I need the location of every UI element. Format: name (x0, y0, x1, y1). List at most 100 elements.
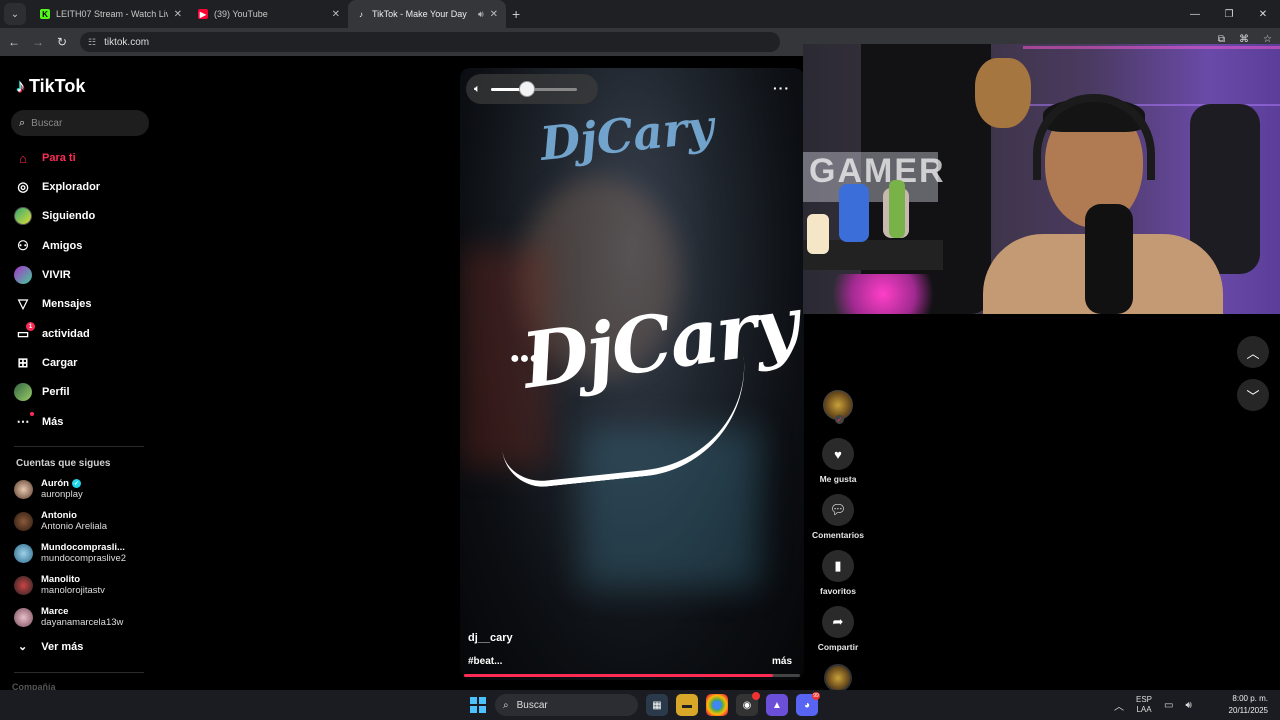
close-tab-icon[interactable]: ✕ (174, 9, 182, 20)
heart-icon[interactable]: ♥ (822, 438, 854, 470)
following-handle: Antonio Areliala (41, 521, 108, 532)
figurine (839, 184, 869, 242)
browser-tab-strip: ⌄ K LEITH07 Stream - Watch Live on ✕ ▶ (… (0, 0, 1280, 28)
nav-vivir[interactable]: VIVIR (14, 264, 71, 286)
nav-mensajes[interactable]: ▽ Mensajes (14, 293, 92, 315)
music-disc-icon[interactable] (824, 664, 852, 692)
sidebar-divider (14, 446, 144, 447)
see-more-button[interactable]: ⌄ Ver más (18, 640, 84, 654)
verified-icon: ✓ (71, 479, 81, 488)
clock-time: 8:00 p. m. (1232, 694, 1268, 703)
tab-kick[interactable]: K LEITH07 Stream - Watch Live on ✕ (32, 0, 190, 28)
tiktok-sidebar: ♪ TikTok ⌕ ⌂ Para ti ◎ Explorador Siguie… (0, 58, 160, 692)
search-box[interactable]: ⌕ (11, 110, 149, 136)
back-icon[interactable]: ← (2, 35, 26, 49)
language-code: ESP (1136, 695, 1153, 704)
see-more-label: Ver más (41, 640, 84, 653)
video-progress-bar[interactable] (464, 674, 800, 677)
share-icon[interactable]: ➦ (822, 606, 854, 638)
taskbar-search[interactable]: ⌕ Buscar (495, 694, 638, 716)
discord-icon[interactable]: ◕ 99 (796, 692, 820, 716)
nav-para-ti[interactable]: ⌂ Para ti (14, 147, 76, 169)
monitor-icon[interactable]: ▭ (1164, 700, 1173, 711)
close-window-icon[interactable]: ✕ (1246, 0, 1280, 28)
search-input[interactable] (31, 117, 132, 129)
comment-icon[interactable]: 💬︎ (822, 494, 854, 526)
follow-check-icon[interactable]: ✓ (835, 415, 844, 424)
like-action[interactable]: ♥ Me gusta (819, 438, 857, 484)
clock[interactable]: 8:00 p. m. 20/11/2025 (1229, 693, 1268, 717)
video-author[interactable]: dj__cary (468, 632, 513, 644)
nav-cargar[interactable]: ⊞ Cargar (14, 352, 78, 374)
nav-mas[interactable]: ⋯ Más (14, 411, 63, 433)
volume-knob[interactable] (518, 80, 535, 97)
nav-explorador[interactable]: ◎ Explorador (14, 176, 100, 198)
speaker-icon[interactable]: 🔈︎ (474, 83, 481, 96)
windows-taskbar: ⌕ Buscar ▦ ▬ ◉ ▲ ◕ 99 ︿ ESP LAA ▭ 🔊︎ 8:00… (0, 690, 1280, 720)
tab-search-button[interactable]: ⌄ (4, 3, 26, 25)
share-action[interactable]: ➦ Compartir (818, 606, 858, 652)
activity-icon: ▭ 1 (14, 322, 35, 343)
reload-icon[interactable]: ↻ (50, 35, 74, 49)
following-name: Manolito (41, 574, 81, 585)
nav-actividad[interactable]: ▭ 1 actividad (14, 322, 90, 345)
volume-slider[interactable] (490, 80, 577, 97)
tab-youtube[interactable]: ▶ (39) YouTube ✕ (190, 0, 348, 28)
chrome-icon[interactable] (706, 694, 728, 716)
following-item[interactable]: Antonio Antonio Areliala (14, 510, 107, 532)
restore-icon[interactable]: ❐ (1212, 0, 1246, 28)
more-options-icon[interactable]: ··· (773, 80, 790, 96)
action-label: favoritos (820, 586, 856, 596)
tray-chevron-icon[interactable]: ︿ (1114, 698, 1124, 713)
nav-label: Mensajes (42, 298, 92, 310)
following-item[interactable]: Mundocomprasli... mundocompraslive2 (14, 542, 126, 564)
discord-badge: 99 (812, 692, 820, 700)
twitch-app-icon[interactable]: ▲ (766, 694, 788, 716)
close-tab-icon[interactable]: ✕ (490, 9, 498, 20)
comment-action[interactable]: 💬︎ Comentarios (812, 494, 864, 540)
file-explorer-icon[interactable]: ▬ (676, 694, 698, 716)
tab-audio-icon[interactable]: 🔊︎ (478, 9, 484, 20)
nav-amigos[interactable]: ⚇ Amigos (14, 235, 82, 257)
following-item[interactable]: Marce dayanamarcela13w (14, 606, 123, 628)
streamer (983, 84, 1223, 314)
profile-avatar-icon (14, 383, 32, 401)
following-avatar-icon (14, 207, 32, 225)
search-icon: ⌕ (503, 699, 509, 711)
url-field[interactable]: ☷ tiktok.com (80, 32, 780, 52)
following-name: Antonio (41, 510, 77, 521)
nav-perfil[interactable]: Perfil (14, 381, 70, 403)
nav-label: VIVIR (42, 269, 71, 281)
minimize-icon[interactable]: — (1178, 0, 1212, 28)
taskbar-search-text: Buscar (516, 699, 548, 711)
bookmark-icon[interactable]: ▮ (822, 550, 854, 582)
new-tab-button[interactable]: + (512, 6, 520, 22)
video-player[interactable]: DjCary DjCary ●●● 🔈︎ ··· dj__cary #beat.… (460, 68, 804, 680)
activity-badge: 1 (26, 322, 35, 331)
tiktok-logo[interactable]: ♪ TikTok (16, 76, 85, 97)
volume-control[interactable]: 🔈︎ (466, 74, 598, 104)
obs-icon[interactable]: ◉ (736, 692, 760, 716)
windows-start-icon[interactable] (470, 697, 486, 713)
system-tray: ︿ ESP LAA ▭ 🔊︎ (1114, 690, 1192, 720)
store-icon[interactable]: ▦ (646, 694, 668, 716)
caption-more-link[interactable]: más (772, 656, 792, 667)
following-item[interactable]: Manolito manolorojitastv (14, 574, 105, 596)
tab-tiktok[interactable]: ♪ TikTok - Make Your Day 🔊︎ ✕ (348, 0, 506, 28)
video-caption[interactable]: #beat... (468, 656, 502, 667)
video-progress-fill (464, 674, 774, 677)
site-info-icon[interactable]: ☷ (88, 37, 96, 48)
more-icon: ⋯ (14, 412, 34, 431)
volume-icon[interactable]: 🔊︎ (1185, 700, 1191, 711)
nav-siguiendo[interactable]: Siguiendo (14, 205, 95, 227)
favorite-action[interactable]: ▮ favoritos (820, 550, 856, 596)
following-handle: dayanamarcela13w (41, 617, 124, 628)
creator-avatar[interactable]: ✓ (823, 390, 853, 424)
language-indicator[interactable]: ESP LAA (1136, 695, 1152, 715)
following-item[interactable]: Aurón ✓ auronplay (14, 478, 83, 500)
previous-video-button[interactable]: ︿ (1237, 336, 1269, 368)
close-tab-icon[interactable]: ✕ (332, 9, 340, 20)
next-video-button[interactable]: ﹀ (1237, 379, 1269, 411)
action-label: Me gusta (819, 474, 857, 484)
forward-icon[interactable]: → (26, 35, 50, 49)
